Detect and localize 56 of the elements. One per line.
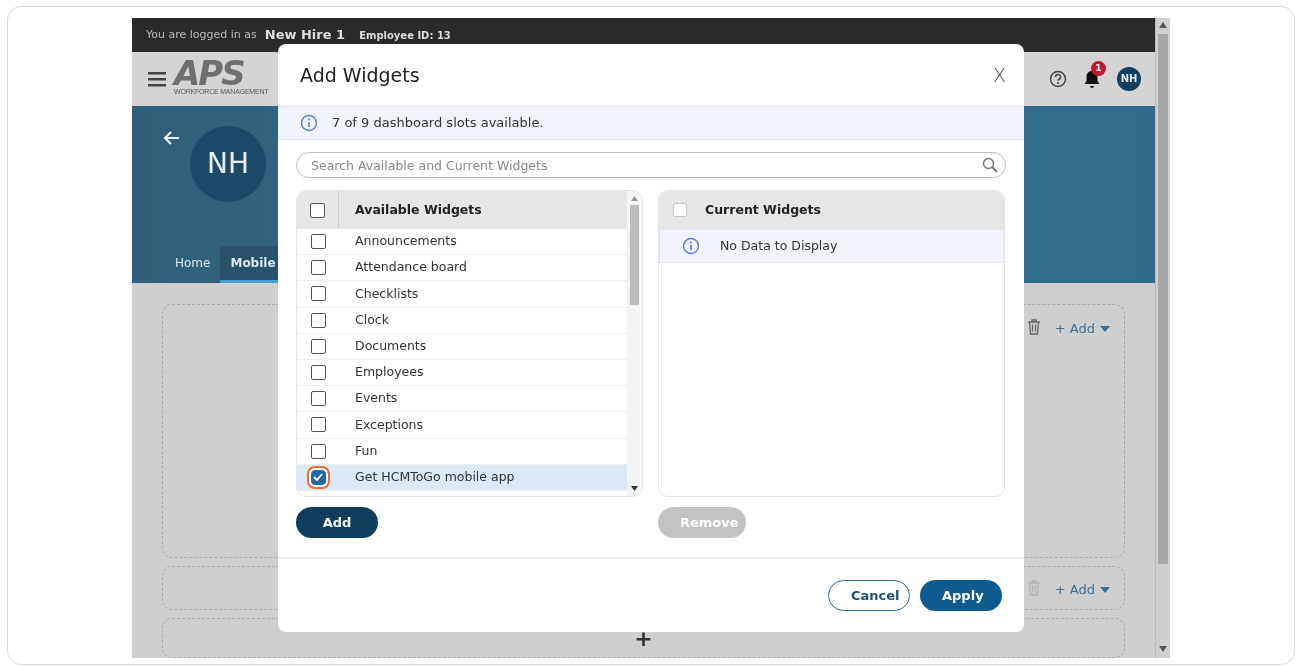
- add-row-button[interactable]: +: [634, 621, 653, 657]
- cancel-button[interactable]: Cancel: [828, 580, 910, 611]
- widget-checkbox[interactable]: [310, 286, 326, 302]
- widget-name[interactable]: Employees: [339, 363, 424, 382]
- apply-button[interactable]: Apply: [920, 580, 1002, 611]
- widget-name[interactable]: Events: [339, 389, 398, 409]
- login-label: You are logged in as: [146, 26, 257, 43]
- checkmark-icon: [313, 473, 323, 482]
- widget-checkbox[interactable]: [310, 443, 326, 459]
- trash-icon[interactable]: [1026, 319, 1041, 335]
- user-name: New Hire 1: [264, 26, 346, 45]
- info-icon: [682, 237, 700, 255]
- close-button[interactable]: X: [988, 60, 1010, 90]
- scroll-up-icon[interactable]: [631, 196, 638, 201]
- widget-checkbox[interactable]: [310, 417, 326, 433]
- search-icon[interactable]: [982, 157, 998, 173]
- info-icon: [300, 114, 318, 132]
- widget-checkbox[interactable]: [310, 338, 326, 354]
- column-header: Available Widgets: [354, 200, 482, 219]
- add-dropdown[interactable]: + Add: [1054, 580, 1110, 600]
- scroll-down-icon[interactable]: [1159, 646, 1167, 652]
- widget-name[interactable]: Exceptions: [339, 415, 424, 435]
- scrollbar-thumb[interactable]: [1158, 34, 1168, 564]
- empty-message: No Data to Display: [720, 236, 838, 255]
- widget-name[interactable]: Fun: [339, 441, 378, 461]
- add-dropdown[interactable]: + Add: [1054, 319, 1110, 339]
- search-field[interactable]: Search Available and Current Widgets: [296, 152, 1006, 178]
- widget-checkbox[interactable]: [310, 365, 326, 381]
- widget-name[interactable]: Attendance board: [339, 258, 467, 278]
- scrollbar-thumb[interactable]: [630, 205, 639, 305]
- employee-id: Employee ID: 13: [359, 28, 451, 43]
- widget-name[interactable]: Checklists: [339, 284, 419, 304]
- help-icon[interactable]: [1049, 69, 1067, 88]
- notification-badge: 1: [1091, 60, 1106, 76]
- widget-checkbox[interactable]: [310, 312, 326, 328]
- scroll-up-icon[interactable]: [1159, 22, 1167, 28]
- dialog-title: Add Widgets: [300, 62, 420, 88]
- caret-icon: [1100, 587, 1110, 594]
- logo: APS: [174, 60, 244, 88]
- caret-icon: [1100, 326, 1110, 333]
- select-all-checkbox[interactable]: [310, 202, 325, 218]
- widget-checkbox[interactable]: [310, 391, 326, 407]
- widget-name[interactable]: Clock: [339, 310, 389, 330]
- info-message: 7 of 9 dashboard slots available.: [332, 114, 544, 133]
- widget-name[interactable]: Documents: [339, 336, 427, 356]
- widget-checkbox[interactable]: [310, 260, 326, 276]
- add-button[interactable]: Add: [296, 507, 378, 538]
- back-arrow-icon[interactable]: [162, 129, 180, 146]
- profile-tab[interactable]: Home: [165, 246, 221, 283]
- user-avatar[interactable]: NH: [1117, 66, 1141, 91]
- widget-name[interactable]: Announcements: [339, 232, 457, 251]
- scroll-down-icon[interactable]: [631, 486, 638, 491]
- widget-checkbox[interactable]: [310, 234, 326, 250]
- profile-avatar: NH: [190, 125, 266, 202]
- column-header: Current Widgets: [704, 200, 821, 219]
- menu-icon[interactable]: [148, 70, 166, 87]
